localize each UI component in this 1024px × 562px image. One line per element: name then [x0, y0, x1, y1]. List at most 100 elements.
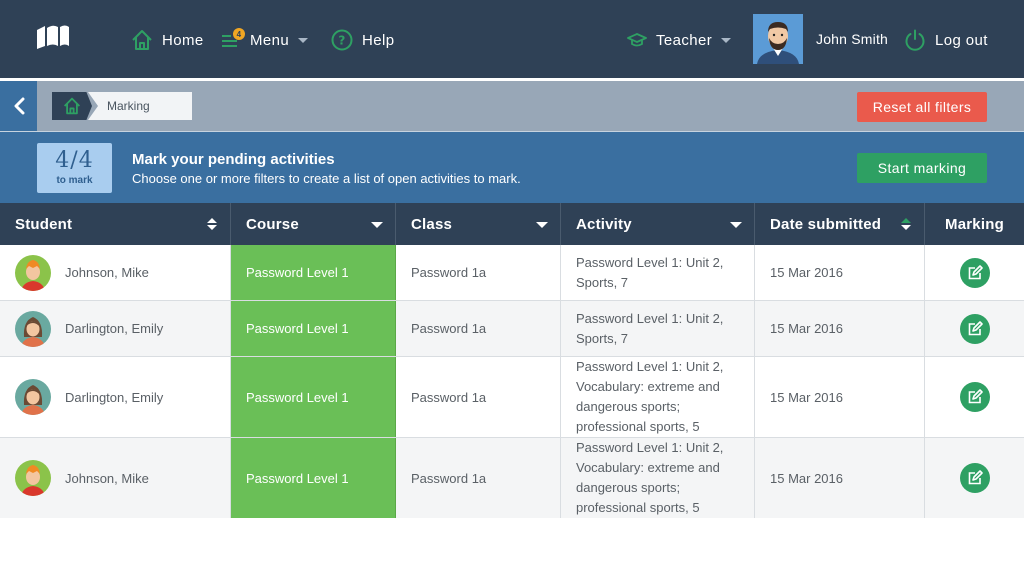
svg-text:?: ? [338, 34, 345, 48]
user-profile[interactable]: John Smith [753, 14, 888, 64]
mark-activity-button[interactable] [959, 382, 990, 412]
table-row[interactable]: Darlington, Emily Password Level 1 Passw… [0, 357, 1024, 438]
date-cell: 15 Mar 2016 [755, 438, 925, 518]
course-cell: Password Level 1 [231, 438, 396, 518]
table-header: Student Course Class Activity Date submi… [0, 203, 1024, 245]
table-row[interactable]: Johnson, Mike Password Level 1 Password … [0, 245, 1024, 301]
logout-button[interactable]: Log out [904, 26, 988, 54]
nav-home-link[interactable]: Home [131, 26, 204, 54]
chevron-down-icon [721, 37, 732, 43]
sort-icon[interactable] [206, 217, 218, 231]
activity-cell: Password Level 1: Unit 2, Vocabulary: ex… [561, 438, 755, 518]
nav-menu-dropdown[interactable]: 4 Menu [221, 26, 309, 54]
mark-activity-button[interactable] [959, 257, 990, 288]
column-header-course[interactable]: Course [231, 203, 396, 245]
chevron-down-icon [298, 37, 309, 43]
table-row[interactable]: Darlington, Emily Password Level 1 Passw… [0, 301, 1024, 357]
nav-menu-label: Menu [250, 31, 290, 49]
marking-cell [925, 245, 1024, 300]
student-name: Darlington, Emily [65, 389, 164, 405]
role-label: Teacher [656, 31, 713, 49]
marking-cell [925, 301, 1024, 356]
chevron-down-icon[interactable] [536, 222, 548, 228]
student-name: Johnson, Mike [65, 470, 149, 486]
breadcrumb-current: Marking [88, 92, 192, 120]
class-cell: Password 1a [396, 438, 561, 518]
pending-description: Choose one or more filters to create a l… [132, 171, 521, 186]
female-avatar-icon [15, 310, 51, 347]
student-cell: Johnson, Mike [0, 245, 231, 300]
breadcrumb-bar: Marking Reset all filters [0, 81, 1024, 131]
course-cell: Password Level 1 [231, 357, 396, 437]
chevron-down-icon[interactable] [730, 222, 742, 228]
edit-icon [968, 320, 983, 335]
activity-cell: Password Level 1: Unit 2, Sports, 7 [561, 301, 755, 356]
activity-cell: Password Level 1: Unit 2, Vocabulary: ex… [561, 357, 755, 437]
column-header-label: Date submitted [770, 215, 882, 233]
edit-icon [968, 389, 983, 404]
column-header-student[interactable]: Student [0, 203, 231, 245]
home-icon [63, 97, 81, 115]
pending-count-sub: to mark [56, 175, 93, 186]
class-cell: Password 1a [396, 245, 561, 300]
pending-count-box: 4/4 to mark [37, 143, 112, 193]
column-header-activity[interactable]: Activity [561, 203, 755, 245]
back-button[interactable] [0, 81, 37, 131]
reset-filters-button[interactable]: Reset all filters [857, 92, 987, 122]
edit-icon [968, 264, 983, 279]
graduation-cap-icon [627, 33, 647, 47]
male-avatar-icon [15, 254, 51, 291]
notification-badge: 4 [233, 28, 245, 40]
logo-icon[interactable] [36, 24, 70, 50]
column-header-label: Student [15, 215, 73, 233]
pending-activities-panel: 4/4 to mark Mark your pending activities… [0, 131, 1024, 203]
column-header-date[interactable]: Date submitted [755, 203, 925, 245]
user-name: John Smith [816, 31, 889, 47]
female-avatar-icon [15, 379, 51, 415]
logout-label: Log out [935, 31, 988, 49]
date-cell: 15 Mar 2016 [755, 301, 925, 356]
column-header-label: Class [411, 215, 453, 233]
marking-cell [925, 357, 1024, 437]
chevron-down-icon[interactable] [371, 222, 383, 228]
column-header-marking: Marking [925, 203, 1024, 245]
student-cell: Johnson, Mike [0, 438, 231, 518]
course-cell: Password Level 1 [231, 245, 396, 300]
column-header-label: Activity [576, 215, 632, 233]
breadcrumb-home[interactable] [52, 92, 92, 120]
chevron-left-icon [14, 97, 24, 115]
start-marking-button[interactable]: Start marking [857, 153, 987, 183]
marking-table: Student Course Class Activity Date submi… [0, 203, 1024, 518]
power-icon [905, 29, 925, 51]
table-row[interactable]: Johnson, Mike Password Level 1 Password … [0, 438, 1024, 518]
pending-count: 4/4 [55, 148, 94, 173]
activity-cell: Password Level 1: Unit 2, Sports, 7 [561, 245, 755, 300]
sort-icon[interactable] [900, 217, 912, 231]
student-cell: Darlington, Emily [0, 301, 231, 356]
column-header-label: Marking [945, 215, 1004, 233]
pending-title: Mark your pending activities [132, 151, 335, 168]
class-cell: Password 1a [396, 301, 561, 356]
mark-activity-button[interactable] [959, 313, 990, 344]
top-navigation-bar: Home 4 Menu ? Help Teacher John Smith Lo… [0, 0, 1024, 81]
column-header-label: Course [246, 215, 299, 233]
nav-home-label: Home [162, 31, 204, 49]
column-header-class[interactable]: Class [396, 203, 561, 245]
edit-icon [968, 470, 983, 485]
male-avatar-icon [15, 460, 51, 496]
date-cell: 15 Mar 2016 [755, 357, 925, 437]
home-icon [132, 30, 152, 50]
marking-cell [925, 438, 1024, 518]
student-cell: Darlington, Emily [0, 357, 231, 437]
student-name: Johnson, Mike [65, 265, 149, 280]
user-avatar [753, 14, 803, 64]
student-name: Darlington, Emily [65, 321, 164, 336]
role-switcher-dropdown[interactable]: Teacher [627, 26, 732, 54]
help-icon: ? [331, 29, 353, 51]
class-cell: Password 1a [396, 357, 561, 437]
date-cell: 15 Mar 2016 [755, 245, 925, 300]
nav-help-label: Help [362, 31, 395, 49]
nav-help-link[interactable]: ? Help [331, 26, 394, 54]
mark-activity-button[interactable] [959, 463, 990, 493]
course-cell: Password Level 1 [231, 301, 396, 356]
